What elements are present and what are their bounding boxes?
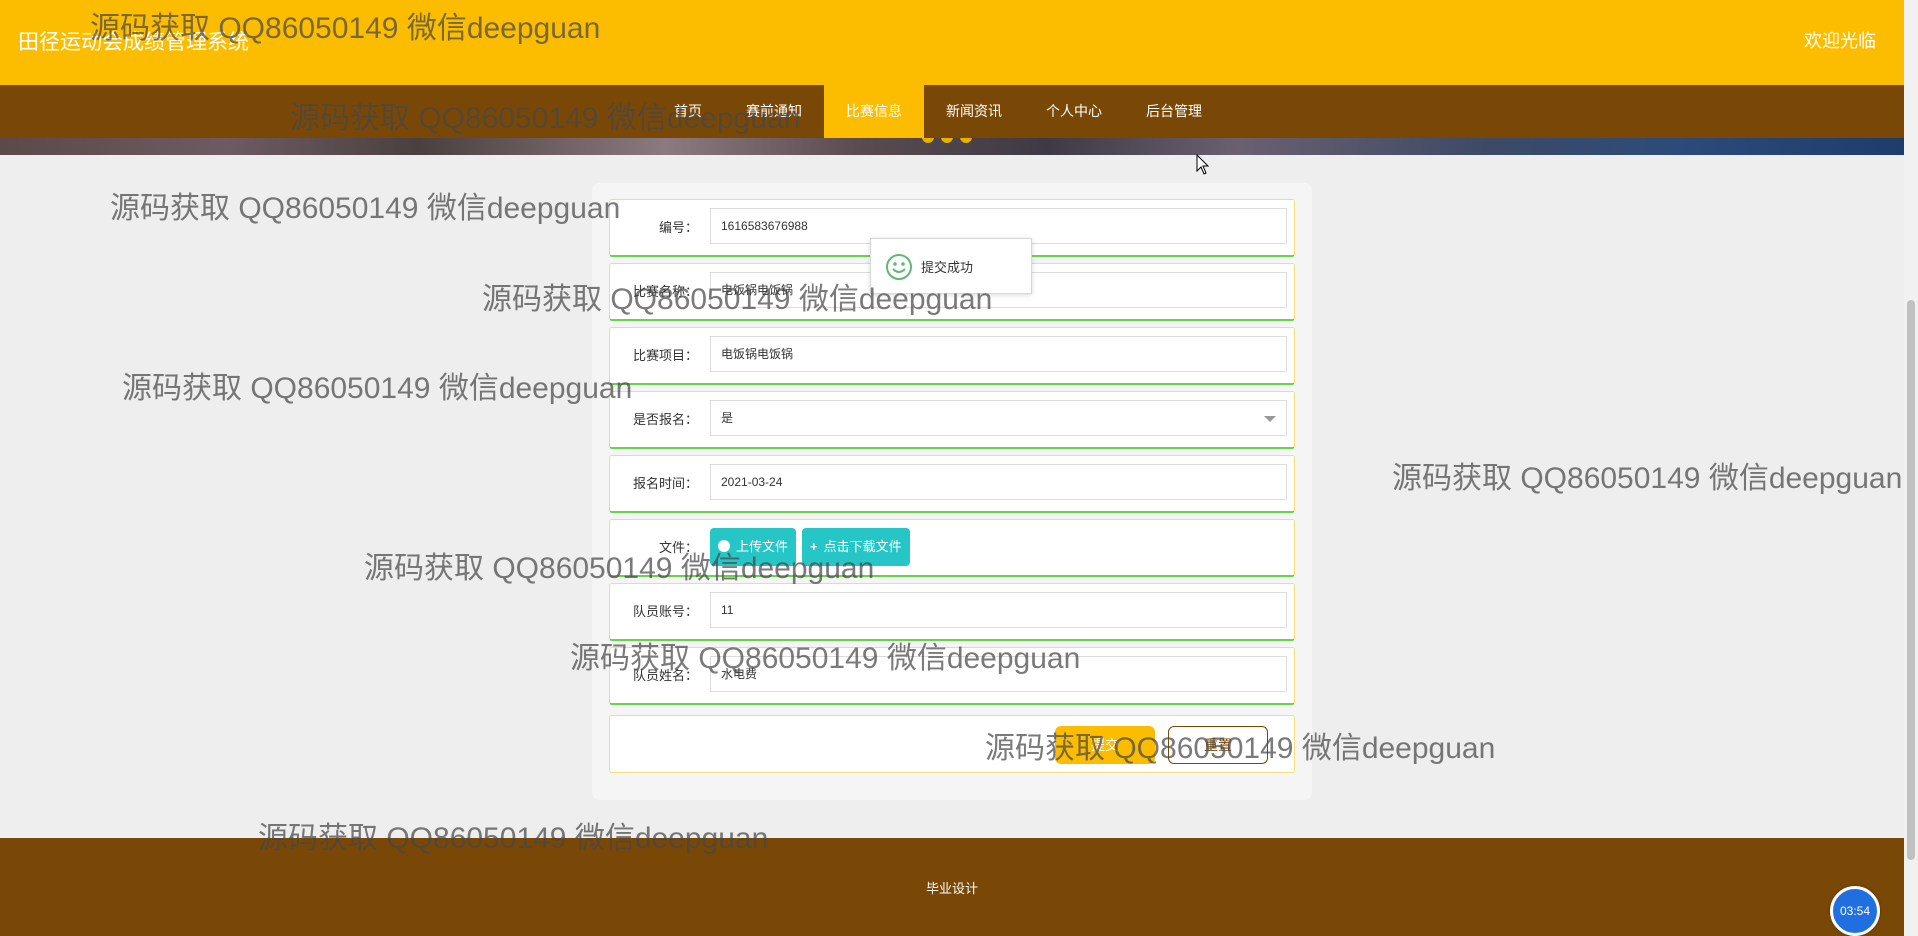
welcome-text: 欢迎光临 xyxy=(1804,31,1876,51)
form-row-registered: 是否报名： 是 xyxy=(609,391,1295,449)
top-header: 田径运动会成绩管理系统 欢迎光临 xyxy=(0,0,1904,85)
plus-icon: + xyxy=(810,539,818,554)
field-label: 队员账号： xyxy=(632,604,698,619)
field-label: 报名时间： xyxy=(632,476,698,491)
reset-button[interactable]: 重置 xyxy=(1168,726,1268,764)
form-actions: 提交 重置 xyxy=(609,715,1295,773)
nav-item-notice[interactable]: 赛前通知 xyxy=(724,85,824,138)
form-row-member-name: 队员姓名： 水电费 xyxy=(609,647,1295,705)
scrollbar-thumb[interactable] xyxy=(1907,300,1915,860)
form-row-match-item: 比赛项目： 电饭锅电饭锅 xyxy=(609,327,1295,385)
match-item-field[interactable]: 电饭锅电饭锅 xyxy=(710,336,1287,372)
footer-text: 毕业设计 xyxy=(925,881,978,896)
register-time-field[interactable]: 2021-03-24 xyxy=(710,464,1287,500)
upload-icon xyxy=(718,540,730,552)
page-scrollbar[interactable] xyxy=(1904,0,1918,936)
form-row-file: 文件： 上传文件 + 点击下载文件 xyxy=(609,519,1295,577)
form-row-member-account: 队员账号： 11 xyxy=(609,583,1295,641)
nav-item-news[interactable]: 新闻资讯 xyxy=(924,85,1024,138)
field-label: 队员姓名： xyxy=(632,668,698,683)
field-label: 比赛名称： xyxy=(632,284,698,299)
main-nav: 首页 赛前通知 比赛信息 新闻资讯 个人中心 后台管理 xyxy=(0,85,1904,138)
member-account-field[interactable]: 11 xyxy=(710,592,1287,628)
watermark: 源码获取 QQ86050149 微信deepguan xyxy=(122,372,633,405)
dropdown-caret-icon xyxy=(1264,416,1276,422)
download-file-button[interactable]: + 点击下载文件 xyxy=(802,528,910,566)
upload-file-button[interactable]: 上传文件 xyxy=(710,528,797,566)
site-title: 田径运动会成绩管理系统 xyxy=(18,31,249,54)
clock-badge: 03:54 xyxy=(1830,886,1880,936)
nav-item-profile[interactable]: 个人中心 xyxy=(1024,85,1124,138)
watermark: 源码获取 QQ86050149 微信deepguan xyxy=(110,192,621,225)
download-file-label: 点击下载文件 xyxy=(823,539,902,554)
member-name-field[interactable]: 水电费 xyxy=(710,656,1287,692)
form-row-register-time: 报名时间： 2021-03-24 xyxy=(609,455,1295,513)
watermark: 源码获取 QQ86050149 微信deepguan xyxy=(1392,462,1903,495)
nav-item-match-info[interactable]: 比赛信息 xyxy=(824,85,924,138)
submit-button[interactable]: 提交 xyxy=(1055,726,1155,764)
field-label: 文件： xyxy=(658,540,698,555)
upload-file-label: 上传文件 xyxy=(736,539,789,554)
success-toast: 提交成功 xyxy=(870,238,1032,294)
field-label: 比赛项目： xyxy=(632,348,698,363)
footer: 毕业设计 xyxy=(0,838,1904,936)
nav-item-admin[interactable]: 后台管理 xyxy=(1124,85,1224,138)
registered-select-value: 是 xyxy=(721,411,734,425)
mouse-cursor-icon xyxy=(1196,154,1210,175)
nav-item-home[interactable]: 首页 xyxy=(652,85,724,138)
field-label: 是否报名： xyxy=(632,412,698,427)
toast-message: 提交成功 xyxy=(921,260,974,275)
field-label: 编号： xyxy=(658,220,698,235)
registered-select[interactable]: 是 xyxy=(710,400,1287,436)
smile-icon xyxy=(886,254,912,280)
